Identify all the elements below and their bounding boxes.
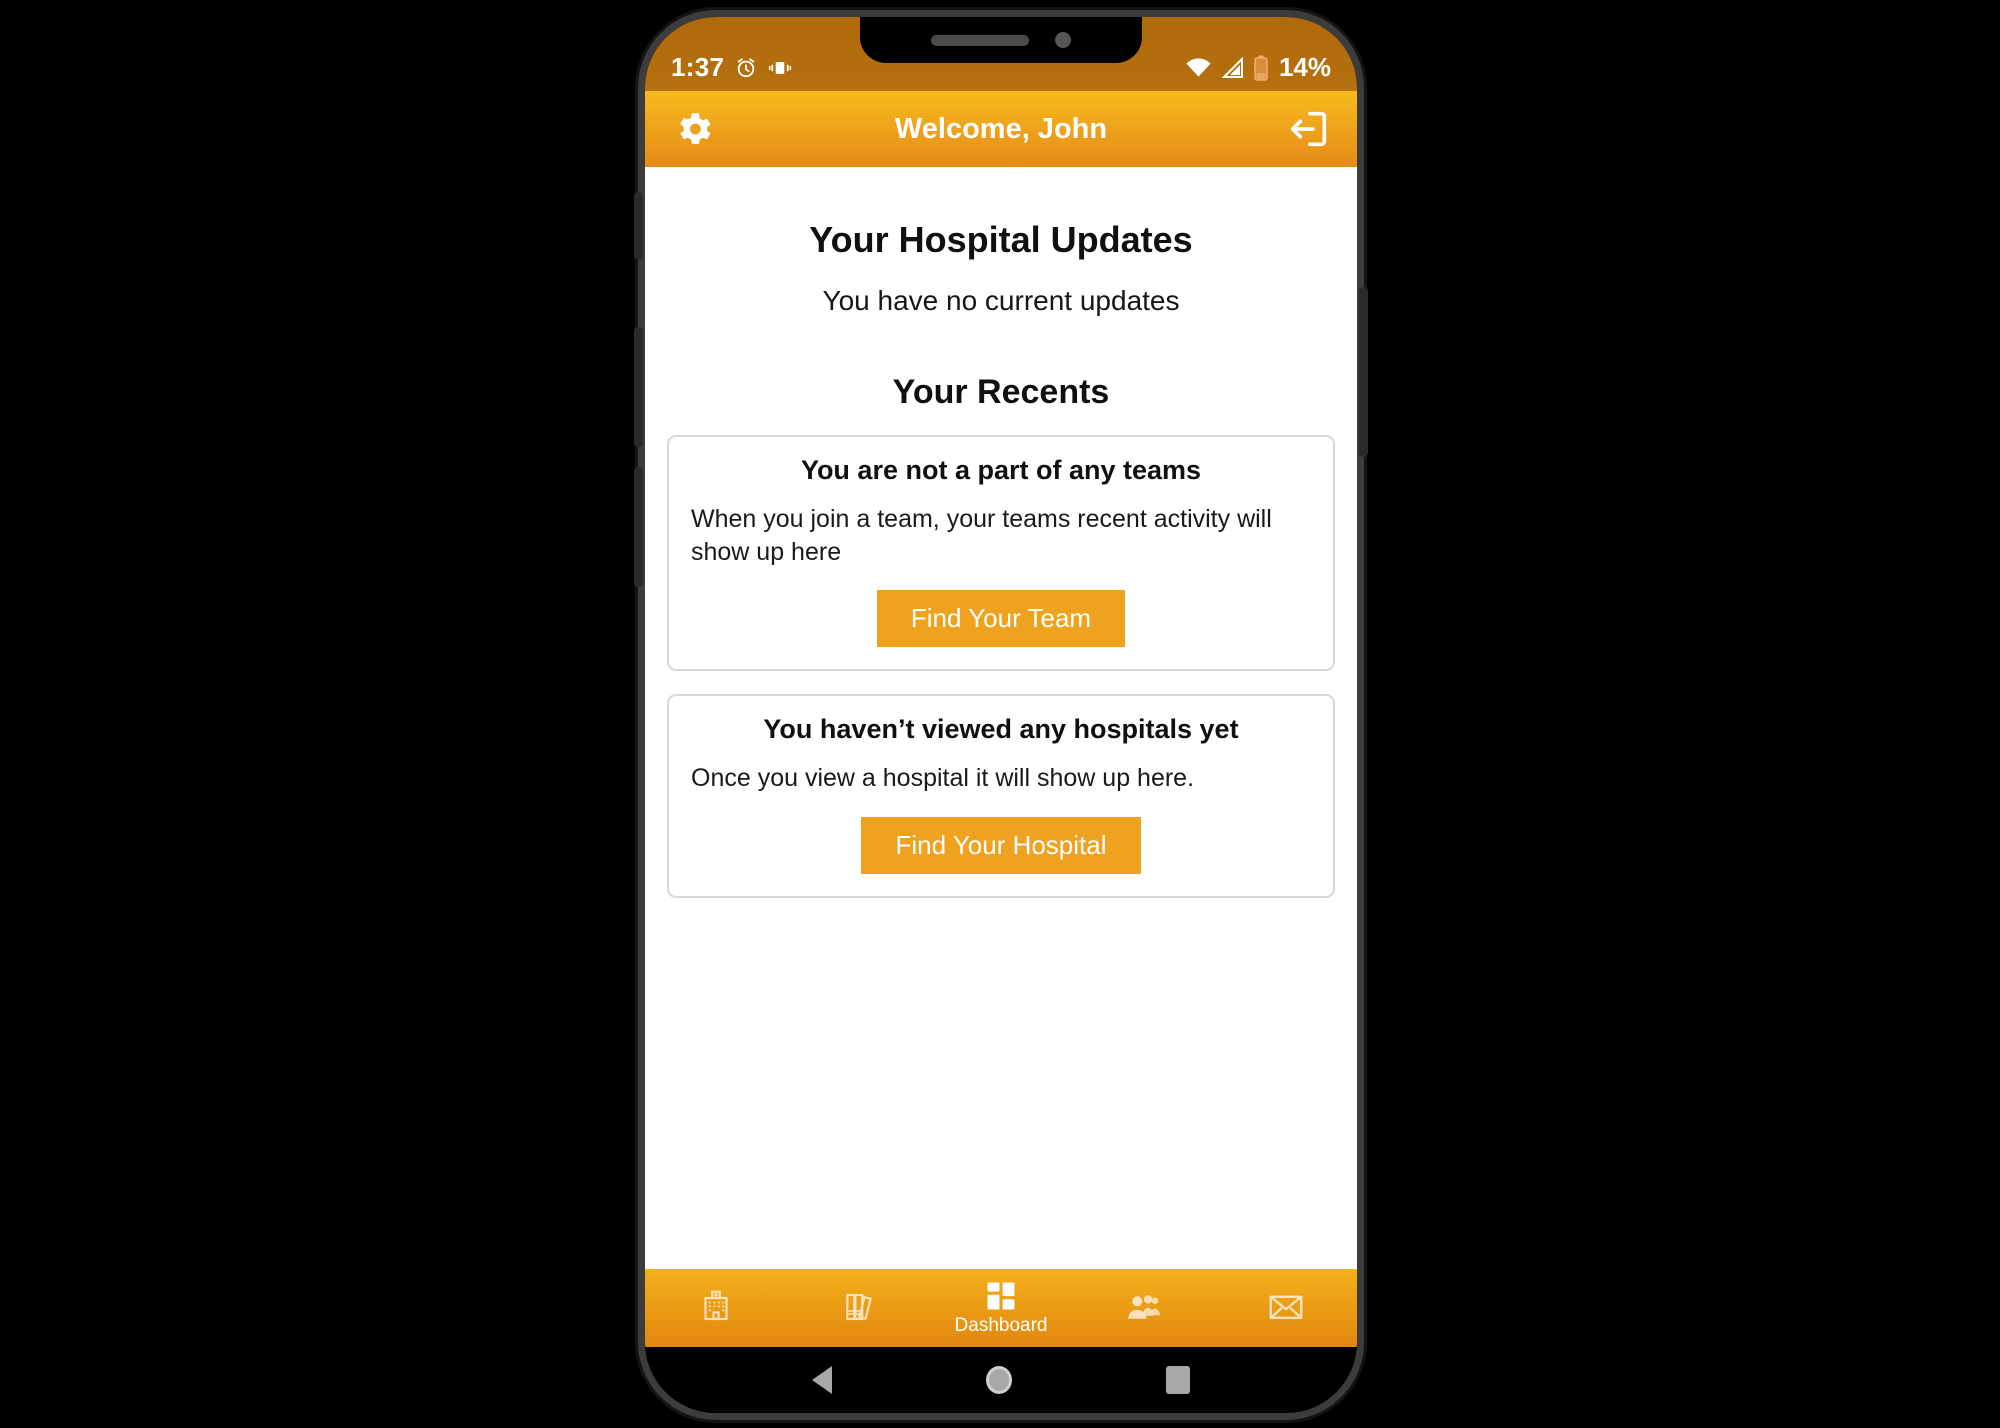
- silent-switch-button[interactable]: [634, 192, 643, 260]
- nav-item-library[interactable]: [787, 1269, 929, 1347]
- earpiece-speaker: [931, 34, 1029, 46]
- people-icon: [1124, 1288, 1162, 1326]
- logout-button[interactable]: [1281, 102, 1335, 156]
- updates-empty-text: You have no current updates: [822, 285, 1180, 316]
- settings-button[interactable]: [667, 102, 721, 156]
- phone-screen: 1:37 14% Welcome, John Your Hospital Upd…: [645, 17, 1357, 1413]
- status-bar-clock: 1:37: [671, 52, 725, 82]
- teams-card-text: When you join a team, your teams recent …: [691, 505, 1272, 566]
- screenshot-canvas: 1:37 14% Welcome, John Your Hospital Upd…: [0, 0, 2000, 1428]
- recents-heading: Your Recents: [892, 373, 1110, 411]
- volume-down-button[interactable]: [634, 467, 643, 587]
- battery-icon: [1254, 55, 1268, 81]
- front-camera: [1055, 32, 1071, 48]
- logout-icon: [1285, 106, 1331, 152]
- back-triangle-icon: [812, 1366, 832, 1394]
- status-bar: 1:37 14%: [645, 17, 1357, 91]
- hospitals-card: You haven’t viewed any hospitals yet Onc…: [667, 694, 1335, 898]
- hospitals-card-action-row: Find Your Hospital: [691, 816, 1311, 874]
- nav-item-dashboard[interactable]: Dashboard: [930, 1269, 1072, 1347]
- nav-item-hospitals[interactable]: [645, 1269, 787, 1347]
- battery-percent-label: 14%: [1278, 52, 1331, 82]
- nav-item-messages[interactable]: [1215, 1269, 1357, 1347]
- android-navigation-bar: [645, 1347, 1357, 1413]
- home-circle-icon: [986, 1366, 1012, 1394]
- app-header: Welcome, John: [645, 91, 1357, 167]
- phone-frame: 1:37 14% Welcome, John Your Hospital Upd…: [634, 10, 1368, 1420]
- cell-signal-icon: [1221, 56, 1245, 79]
- alarm-icon: [735, 57, 757, 79]
- nav-item-teams[interactable]: [1072, 1269, 1214, 1347]
- dashboard-icon: [984, 1279, 1018, 1313]
- phone-notch: [860, 17, 1142, 63]
- teams-card-action-row: Find Your Team: [691, 590, 1311, 647]
- android-home-button[interactable]: [986, 1366, 1012, 1394]
- android-recents-button[interactable]: [1166, 1366, 1190, 1394]
- nav-label-dashboard: Dashboard: [954, 1315, 1048, 1336]
- bottom-navigation-bar: Dashboard: [645, 1269, 1357, 1347]
- hospitals-card-title: You haven’t viewed any hospitals yet: [763, 714, 1239, 744]
- wifi-icon: [1185, 57, 1212, 79]
- page-title: Welcome, John: [894, 112, 1108, 145]
- hospital-icon: [698, 1289, 734, 1325]
- teams-card-title: You are not a part of any teams: [800, 455, 1202, 485]
- gear-icon: [673, 108, 715, 150]
- volume-up-button[interactable]: [634, 327, 643, 447]
- hospitals-card-text: Once you view a hospital it will show up…: [691, 764, 1195, 792]
- find-your-hospital-button[interactable]: Find Your Hospital: [861, 816, 1141, 874]
- books-icon: [841, 1289, 877, 1325]
- find-your-team-button[interactable]: Find Your Team: [876, 590, 1126, 647]
- vibrate-icon: [768, 57, 792, 79]
- android-back-button[interactable]: [812, 1366, 832, 1394]
- envelope-icon: [1267, 1288, 1305, 1326]
- teams-card: You are not a part of any teams When you…: [667, 435, 1335, 671]
- main-content: Your Hospital Updates You have no curren…: [645, 167, 1357, 1269]
- updates-heading: Your Hospital Updates: [809, 219, 1193, 260]
- power-button[interactable]: [1359, 287, 1368, 457]
- recents-square-icon: [1166, 1366, 1190, 1394]
